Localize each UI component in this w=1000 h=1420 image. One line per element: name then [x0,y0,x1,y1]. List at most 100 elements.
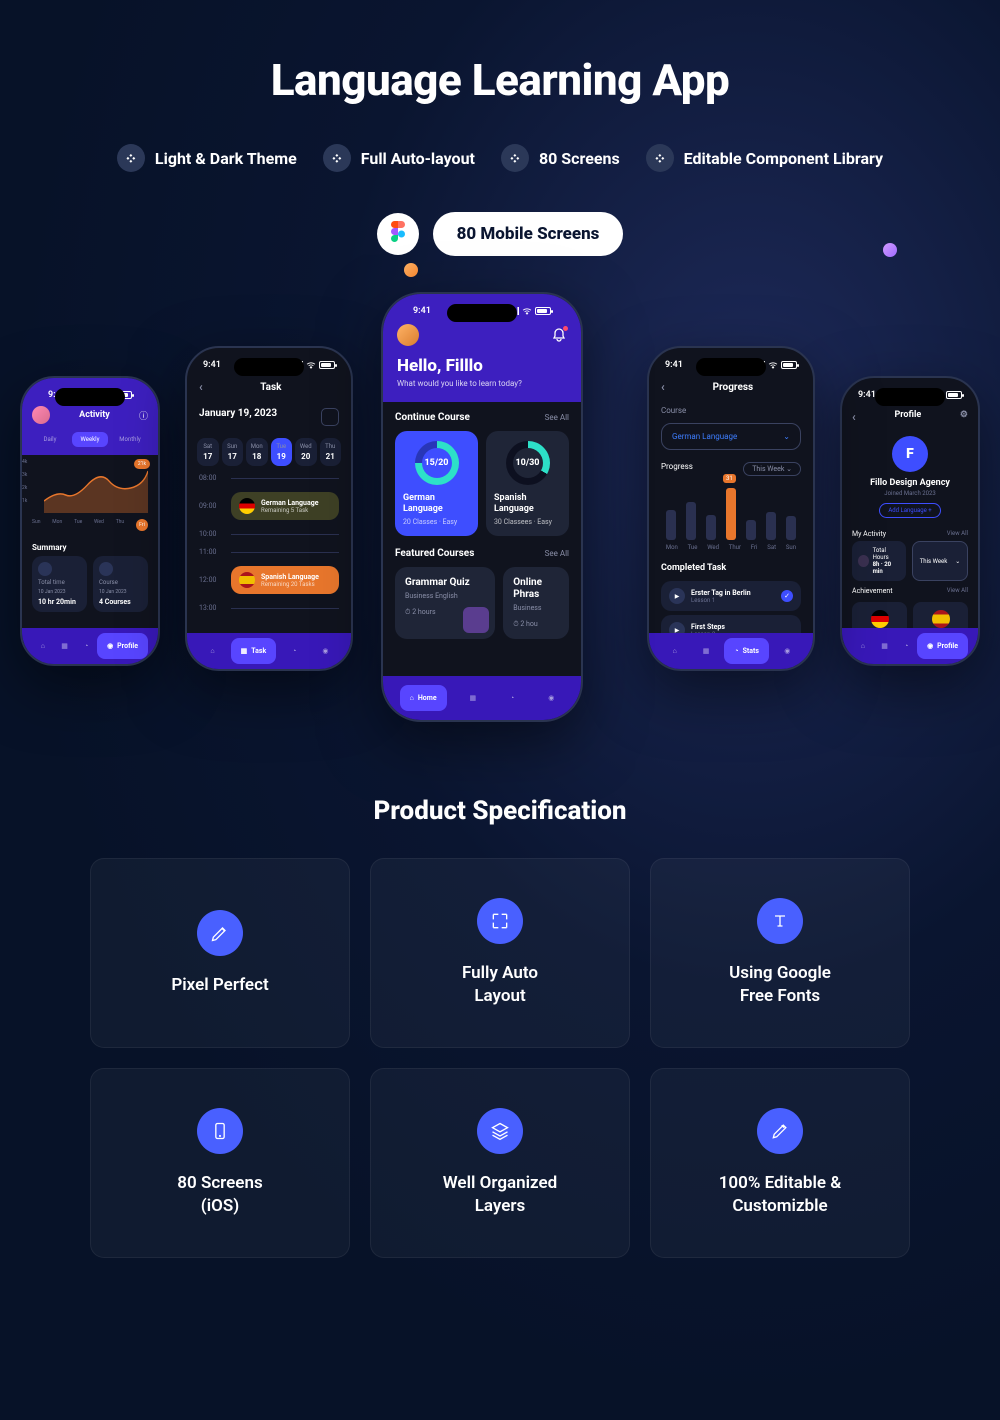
summary-card-course: Course10 Jan 20234 Courses [93,556,148,612]
section-title: Featured Courses [395,548,474,559]
nav-stats-icon[interactable]: ◔ [75,633,97,659]
chart-badge: 21k [134,459,150,469]
profile-name: Fillo Design Agency [842,478,978,488]
nav-stats-icon[interactable]: ◔ [281,638,307,664]
see-all-link[interactable]: See All [545,549,569,558]
task-item-spanish[interactable]: Spanish LanguageRemaining 20 Tasks [231,566,339,594]
nav-task[interactable]: ▦Task [231,638,277,664]
day-chip-active[interactable]: Tue19 [271,438,293,466]
spec-label: Well OrganizedLayers [443,1172,557,1218]
progress-label: Progress [661,462,693,476]
spec-card-layout: Fully AutoLayout [370,858,630,1048]
nav-profile[interactable]: ◉Profile [97,633,148,659]
diamond-icon [117,144,145,172]
nav-profile-icon[interactable]: ◉ [538,685,564,711]
summary-card-time: Total time10 Jan 202310 hr 20min [32,556,87,612]
nav-home[interactable]: ⌂Home [400,685,447,711]
nav-home-icon[interactable]: ⌂ [662,638,688,664]
add-language-button[interactable]: Add Language + [879,503,940,518]
back-icon[interactable]: ‹ [199,380,203,394]
illustration-icon [463,607,489,633]
nav-task-icon[interactable]: ▦ [693,638,719,664]
spec-card-fonts: Using GoogleFree Fonts [650,858,910,1048]
back-icon[interactable]: ‹ [852,410,856,424]
phone-activity: 9:41 Activityⓘ Daily Weekly Monthly 4k3k… [20,376,160,666]
nav-home-icon[interactable]: ⌂ [852,633,874,659]
calendar-icon[interactable] [321,408,339,426]
gear-icon[interactable]: ⚙ [960,410,968,424]
nav-task-icon[interactable]: ▦ [874,633,896,659]
flag-de-icon [239,498,255,514]
activity-card-week[interactable]: This Week⌄ [912,541,968,581]
day-chip[interactable]: Sun17 [222,438,244,466]
feature-label: Full Auto-layout [361,149,475,168]
nav-home-icon[interactable]: ⌂ [200,638,226,664]
view-all-link[interactable]: View All [947,530,968,538]
nav-home-icon[interactable]: ⌂ [32,633,54,659]
progress-ring: 15/20 [415,441,459,485]
day-chip[interactable]: Mon18 [246,438,268,466]
spec-card-screens: 80 Screens(iOS) [90,1068,350,1258]
hero-title: Language Learning App [0,0,1000,106]
pen-icon [197,910,243,956]
bottom-nav: ⌂ ▦ ◔ ◉Profile [22,628,158,664]
nav-profile-icon[interactable]: ◉ [774,638,800,664]
course-card-german[interactable]: 15/20 German Language 20 Classes · Easy [395,431,478,536]
check-icon: ✓ [781,590,793,602]
spec-grid: Pixel Perfect Fully AutoLayout Using Goo… [0,858,1000,1258]
feature-label: 80 Screens [539,149,620,168]
decor-dot-orange [404,263,418,277]
completed-item[interactable]: ▶Erster Tag in BerlinLesson 1✓ [661,581,801,611]
phone-showcase: 9:41 Activityⓘ Daily Weekly Monthly 4k3k… [0,286,1000,766]
flag-es-icon [239,572,255,588]
chevron-down-icon: ⌄ [955,558,960,565]
day-chip[interactable]: Sat17 [197,438,219,466]
layers-icon [477,1108,523,1154]
bottom-nav: ⌂ ▦ ◔ ◉Profile [842,628,978,664]
layout-icon [477,898,523,944]
segment-daily[interactable]: Daily [32,432,68,447]
feature-pill: Full Auto-layout [323,144,475,172]
profile-avatar[interactable]: F [892,436,928,472]
avatar[interactable] [397,324,419,346]
decor-dot-purple [883,243,897,257]
nav-task-icon[interactable]: ▦ [460,685,486,711]
day-chip[interactable]: Wed20 [295,438,317,466]
screen-title: Activity [79,410,110,420]
section-title: Continue Course [395,412,470,423]
nav-stats-icon[interactable]: ◔ [499,685,525,711]
day-chip[interactable]: Thu21 [320,438,342,466]
section-title: Achievement [852,587,893,595]
screen-title: Task [260,382,281,393]
nav-profile-icon[interactable]: ◉ [312,638,338,664]
cta-button[interactable]: 80 Mobile Screens [433,212,624,256]
featured-card[interactable]: Grammar Quiz Business English ⏱ 2 hours [395,567,495,639]
diamond-icon [323,144,351,172]
segment-monthly[interactable]: Monthly [112,432,148,447]
feature-pill-row: Light & Dark Theme Full Auto-layout 80 S… [0,144,1000,172]
bell-icon[interactable] [551,327,567,343]
nav-profile[interactable]: ◉Profile [917,633,968,659]
completed-title: Completed Task [649,555,813,577]
avatar[interactable] [32,406,50,424]
spec-card-layers: Well OrganizedLayers [370,1068,630,1258]
info-icon[interactable]: ⓘ [139,409,148,422]
flag-de-icon [871,610,889,628]
nav-stats[interactable]: ◔Stats [724,638,769,664]
course-select[interactable]: German Language⌄ [661,423,801,450]
nav-task-icon[interactable]: ▦ [54,633,76,659]
diamond-icon [646,144,674,172]
view-all-link[interactable]: View All [947,587,968,595]
phone-progress: 9:41 ‹Progress Course German Language⌄ P… [647,346,815,671]
segment-weekly[interactable]: Weekly [72,432,108,447]
bottom-nav: ⌂ ▦ ◔Stats ◉ [649,633,813,669]
spec-label: Pixel Perfect [171,974,268,997]
nav-stats-icon[interactable]: ◔ [895,633,917,659]
feature-pill: Light & Dark Theme [117,144,297,172]
week-select[interactable]: This Week ⌄ [743,462,801,476]
task-item-german[interactable]: German LanguageRemaining 5 Task [231,492,339,520]
see-all-link[interactable]: See All [545,413,569,422]
back-icon[interactable]: ‹ [661,380,665,394]
course-card-spanish[interactable]: 10/30 Spanish Language 30 Classees · Eas… [486,431,569,536]
featured-card[interactable]: Online Phras Business ⏱ 2 hou [503,567,569,639]
